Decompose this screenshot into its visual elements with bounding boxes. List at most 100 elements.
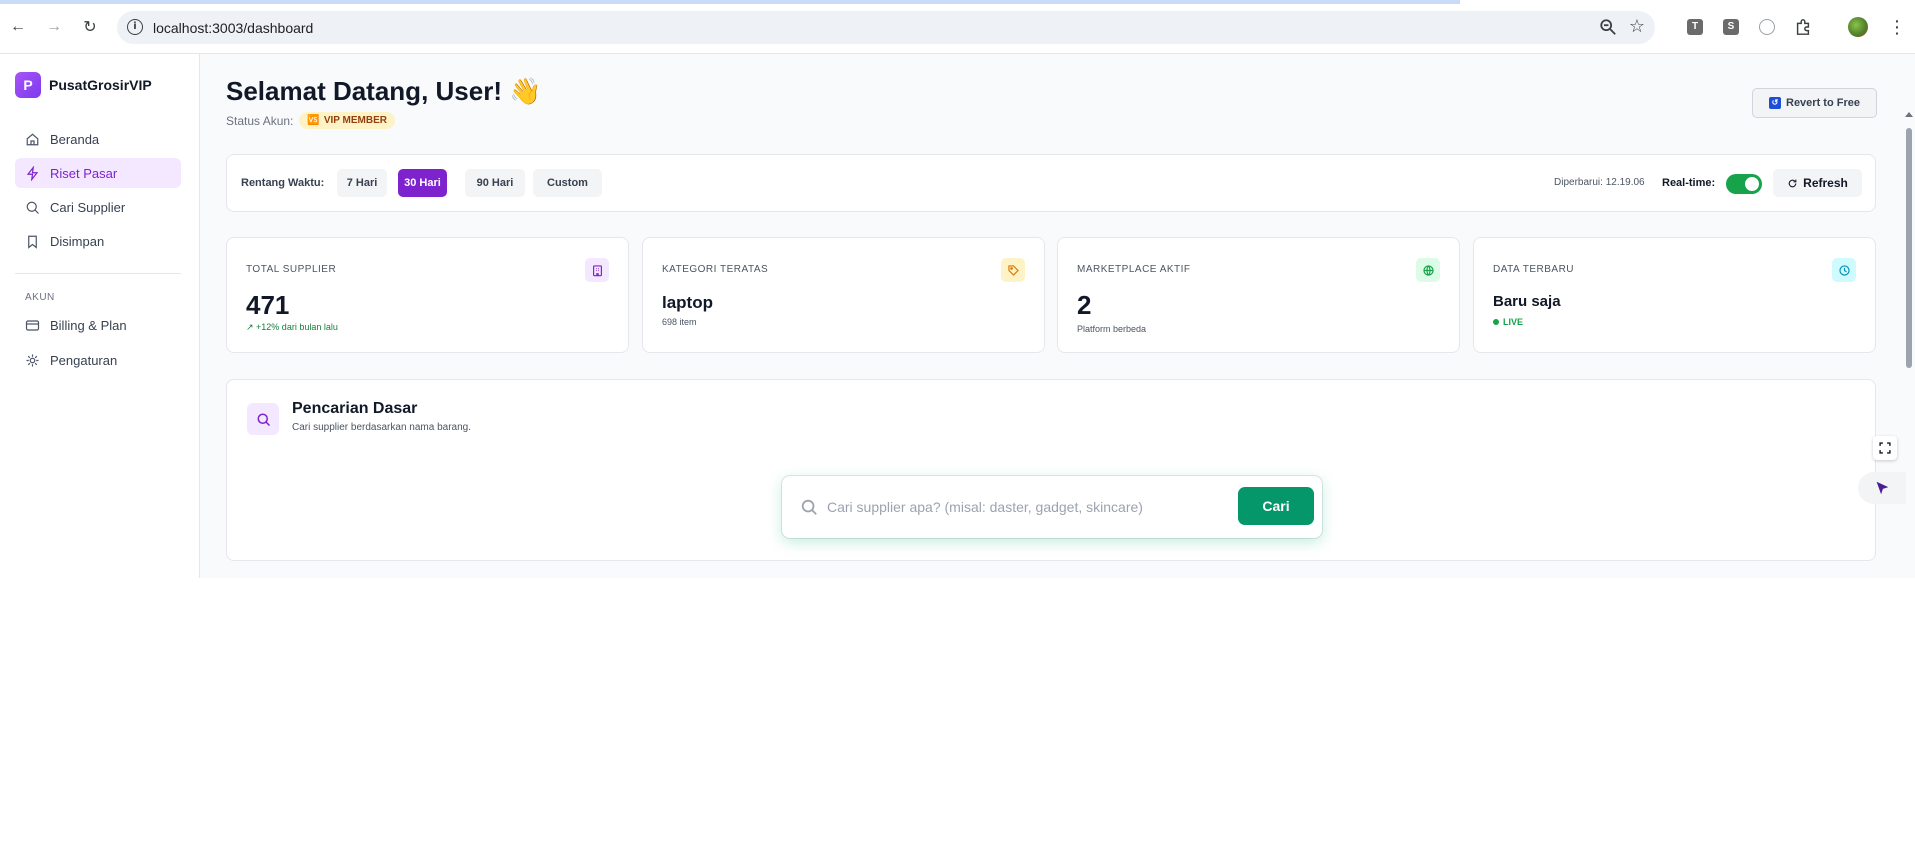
scroll-up-icon[interactable] [1905, 112, 1913, 117]
site-info-icon[interactable]: i [127, 19, 143, 35]
range-7-hari-button[interactable]: 7 Hari [337, 169, 387, 197]
bookmark-star-icon[interactable]: ☆ [1629, 16, 1645, 37]
sidebar-item-label: Cari Supplier [50, 199, 126, 215]
brand-logo: P [15, 72, 41, 98]
stat-value: 2 [1077, 290, 1092, 320]
bookmark-icon [28, 235, 37, 249]
status-badge: 🆚 VIP MEMBER [299, 112, 396, 129]
search-card-icon [247, 403, 279, 435]
stat-sub: Platform berbeda [1077, 324, 1147, 334]
stat-label: TOTAL SUPPLIER [246, 264, 337, 275]
profile-avatar[interactable] [1848, 17, 1868, 37]
account-status: Status Akun: 🆚 VIP MEMBER [226, 112, 396, 129]
range-90-hari-button[interactable]: 90 Hari [465, 169, 525, 197]
stat-value: laptop [662, 293, 713, 312]
blank-area [0, 578, 1915, 868]
search-icon [801, 499, 817, 515]
brand-name: PusatGrosirVIP [49, 77, 152, 93]
clock-icon [1832, 258, 1856, 282]
browser-toolbar: ← → ↻ i localhost:3003/dashboard ☆ T S ⋮ [0, 0, 1915, 54]
page-scrollbar[interactable] [1903, 108, 1915, 632]
supplier-search-box: Cari [782, 476, 1322, 538]
stat-card-data-terbaru: DATA TERBARU Baru saja LIVE [1473, 237, 1876, 353]
search-icon [257, 413, 270, 426]
refresh-button[interactable]: Refresh [1773, 169, 1862, 197]
last-updated: Diperbarui: 12.19.06 [1554, 177, 1645, 188]
address-url[interactable]: localhost:3003/dashboard [153, 20, 313, 36]
page-title: Selamat Datang, User! 👋 [226, 76, 542, 106]
search-submit-button[interactable]: Cari [1238, 487, 1314, 525]
stat-sub: 698 item [662, 317, 697, 327]
globe-icon [1416, 258, 1440, 282]
realtime-toggle[interactable] [1726, 174, 1762, 194]
stat-label: MARKETPLACE AKTIF [1077, 264, 1191, 275]
search-card-description: Cari supplier berdasarkan nama barang. [292, 422, 471, 433]
toggle-knob [1745, 177, 1759, 191]
range-30-hari-button[interactable]: 30 Hari [398, 169, 447, 197]
extension-globe-icon[interactable] [1759, 19, 1775, 35]
sidebar-item-label: Beranda [50, 131, 100, 147]
assistant-cursor-icon[interactable] [1858, 472, 1906, 504]
stat-label: DATA TERBARU [1493, 264, 1575, 275]
sidebar-item-label: Riset Pasar [50, 165, 118, 181]
address-bar[interactable]: i localhost:3003/dashboard ☆ [117, 11, 1655, 44]
time-range-label: Rentang Waktu: [241, 177, 325, 189]
stat-trend: ↗ +12% dari bulan lalu [246, 322, 338, 332]
extension-s-icon[interactable]: S [1723, 19, 1739, 35]
gear-icon [26, 354, 39, 366]
sidebar-item-label: Billing & Plan [50, 317, 127, 333]
tag-icon [1001, 258, 1025, 282]
stat-label: KATEGORI TERATAS [662, 264, 769, 275]
stat-card-total-supplier: TOTAL SUPPLIER 471 ↗ +12% dari bulan lal… [226, 237, 629, 353]
tab-strip [0, 0, 1460, 4]
status-label: Status Akun: [226, 113, 294, 128]
revert-icon: ↺ [1769, 97, 1781, 109]
scroll-thumb[interactable] [1906, 128, 1912, 368]
realtime-label: Real-time: [1662, 177, 1716, 189]
sidebar-item-disimpan[interactable]: Disimpan [15, 226, 181, 256]
fullscreen-icon[interactable] [1873, 436, 1897, 460]
vip-badge-label: VIP MEMBER [323, 115, 388, 126]
stat-card-kategori-teratas: KATEGORI TERATAS laptop 698 item [642, 237, 1045, 353]
refresh-label: Refresh [1803, 176, 1848, 190]
app-shell: P PusatGrosirVIP Beranda Riset Pasar Car… [0, 54, 1915, 632]
supplier-search-input[interactable] [827, 495, 1227, 519]
stat-value: 471 [246, 290, 290, 320]
live-dot [1493, 319, 1499, 325]
sidebar: P PusatGrosirVIP Beranda Riset Pasar Car… [0, 54, 200, 578]
extension-t-icon[interactable]: T [1687, 19, 1703, 35]
refresh-icon [1788, 179, 1797, 187]
basic-search-card: Pencarian Dasar Cari supplier berdasarka… [226, 379, 1876, 561]
back-icon[interactable]: ← [7, 16, 29, 38]
sidebar-item-label: Pengaturan [50, 352, 118, 368]
vip-badge-emoji: 🆚 [307, 115, 320, 126]
time-range-filter: Rentang Waktu: 7 Hari 30 Hari 90 Hari Cu… [226, 154, 1876, 212]
sidebar-section-label: AKUN [25, 292, 55, 303]
forward-icon[interactable]: → [43, 16, 65, 38]
building-icon [585, 258, 609, 282]
browser-menu-icon[interactable]: ⋮ [1888, 17, 1906, 38]
credit-card-icon [25, 319, 40, 331]
extensions-puzzle-icon[interactable] [1794, 18, 1812, 36]
live-indicator: LIVE [1493, 317, 1523, 327]
range-custom-button[interactable]: Custom [533, 169, 602, 197]
sidebar-item-cari-supplier[interactable]: Cari Supplier [15, 192, 181, 222]
sidebar-item-pengaturan[interactable]: Pengaturan [15, 345, 181, 375]
sidebar-divider [15, 273, 181, 274]
stat-card-marketplace-aktif: MARKETPLACE AKTIF 2 Platform berbeda [1057, 237, 1460, 353]
sidebar-item-beranda[interactable]: Beranda [15, 124, 181, 154]
reload-icon[interactable]: ↻ [79, 16, 101, 38]
sidebar-item-riset-pasar[interactable]: Riset Pasar [15, 158, 181, 188]
stat-value: Baru saja [1493, 293, 1561, 310]
zoom-icon[interactable] [1599, 18, 1617, 36]
brand[interactable]: P PusatGrosirVIP [15, 72, 152, 98]
search-card-title: Pencarian Dasar [292, 400, 418, 417]
search-icon [26, 201, 39, 214]
revert-to-free-button[interactable]: ↺ Revert to Free [1752, 88, 1877, 118]
live-label: LIVE [1503, 317, 1524, 327]
lightning-icon [26, 165, 39, 181]
revert-label: Revert to Free [1786, 97, 1860, 109]
sidebar-item-label: Disimpan [50, 233, 105, 249]
sidebar-item-billing[interactable]: Billing & Plan [15, 310, 181, 340]
home-icon [26, 132, 39, 145]
